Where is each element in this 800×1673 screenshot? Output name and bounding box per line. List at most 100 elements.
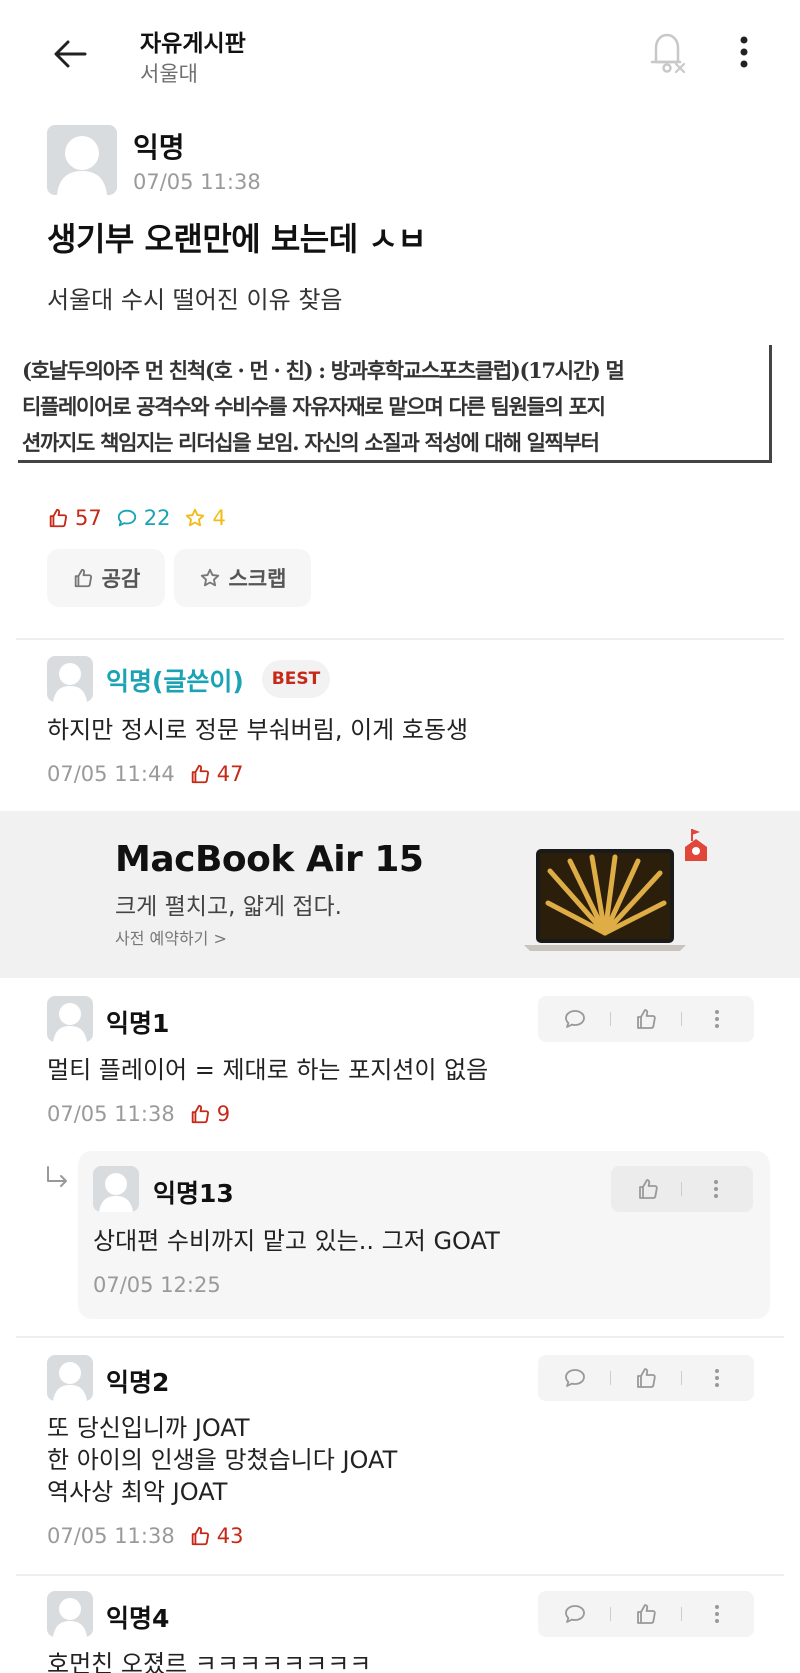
default-profile-icon (53, 663, 87, 702)
comment-avatar (47, 996, 93, 1042)
star-icon (186, 508, 205, 527)
post-title: 생기부 오랜만에 보는데 ㅅㅂ (47, 220, 427, 258)
comment-line: 역사상 최악 JOAT (47, 1478, 228, 1506)
comment-text: 멀티 플레이어 = 제대로 하는 포지션이 없음 (47, 1056, 489, 1084)
default-profile-icon (57, 136, 107, 195)
scrap-count: 4 (184, 506, 226, 530)
scrap-button-label: 스크랩 (228, 567, 287, 591)
comment-like-count: 43 (189, 1524, 244, 1548)
board-school: 서울대 (140, 62, 198, 86)
separator (680, 1012, 682, 1026)
ad-subtitle: 크게 펼치고, 얇게 접다. (115, 894, 342, 920)
comment-author: 익명1 (106, 1009, 170, 1038)
like-count: 57 (47, 506, 102, 530)
default-profile-icon (53, 1362, 87, 1401)
comment-like-button[interactable] (626, 1594, 666, 1634)
comment-author: 익명2 (106, 1368, 170, 1397)
more-vertical-icon (714, 1605, 719, 1623)
comment-actions (538, 996, 754, 1042)
scan-line: (호날두의아주 먼 친척(호 · 먼 · 친) : 방과후학교스포츠클럽)(17… (22, 358, 625, 383)
comment-author: 익명4 (106, 1604, 170, 1633)
top-app-bar: 자유게시판 서울대 (0, 0, 800, 110)
reply-meta: 07/05 12:25 (93, 1273, 221, 1297)
like-button[interactable]: 공감 (47, 549, 165, 607)
comment-avatar (47, 1591, 93, 1637)
back-arrow-icon (54, 40, 87, 68)
comment-like-count: 9 (189, 1102, 230, 1126)
comment-more-button[interactable] (697, 999, 737, 1039)
more-options-button[interactable] (726, 28, 762, 76)
reply-author: 익명13 (153, 1179, 234, 1208)
comment-count: 22 (116, 506, 171, 530)
comment-line: 또 당신입니까 JOAT (47, 1414, 250, 1442)
comment-text: 또 당신입니까 JOAT 한 아이의 인생을 망쳤습니다 JOAT 역사상 최악… (47, 1412, 397, 1508)
reply-text: 상대편 수비까지 맡고 있는.. 그저 GOAT (93, 1227, 500, 1255)
speech-bubble-icon (117, 509, 136, 527)
post-author-avatar (47, 125, 117, 195)
more-vertical-icon (714, 1180, 719, 1198)
thumbs-up-icon (638, 1179, 658, 1199)
laptop-image (524, 849, 686, 951)
comment-timestamp: 07/05 11:38 (47, 1524, 175, 1548)
scan-line: 션까지도 책임지는 리더십을 보임. 자신의 소질과 적성에 대해 일찍부터 (22, 430, 600, 455)
back-button[interactable] (46, 30, 94, 78)
comment-like-button[interactable] (626, 1358, 666, 1398)
notification-toggle-button[interactable] (646, 28, 690, 76)
separator (610, 1607, 612, 1621)
reply-arrow-icon (47, 1166, 67, 1187)
like-count-value: 57 (75, 506, 102, 530)
comment-count-value: 22 (143, 506, 171, 530)
separator (681, 1182, 683, 1196)
comment-like-value: 43 (216, 1524, 244, 1548)
comment-actions (538, 1355, 754, 1401)
reply-timestamp: 07/05 12:25 (93, 1273, 221, 1297)
best-comment-meta: 07/05 11:44 47 (47, 762, 243, 786)
best-comment-text: 하지만 정시로 정문 부숴버림, 이게 호동생 (47, 716, 469, 744)
post-timestamp: 07/05 11:38 (133, 170, 261, 194)
thumbs-up-icon (74, 568, 92, 588)
comment-like-value: 9 (216, 1102, 231, 1126)
reply-like-button[interactable] (628, 1169, 668, 1209)
divider (16, 1574, 784, 1576)
scrap-count-value: 4 (212, 506, 226, 530)
divider (16, 638, 784, 640)
ad-badge-icon (685, 829, 707, 861)
separator (680, 1371, 682, 1385)
scan-line: 티플레이어로 공격수와 수비수를 자유자재로 맡으며 다른 팀원들의 포지 (22, 394, 606, 419)
best-badge: BEST (262, 660, 330, 698)
comment-avatar (47, 656, 93, 702)
ad-banner[interactable]: MacBook Air 15 크게 펼치고, 얇게 접다. 사전 예약하기 > (0, 811, 800, 978)
ad-cta-link[interactable]: 사전 예약하기 > (115, 925, 227, 949)
thumbs-up-icon (49, 508, 68, 528)
reply-button[interactable] (555, 999, 595, 1039)
reply-button[interactable] (555, 1594, 595, 1634)
speech-bubble-icon (565, 1369, 586, 1387)
comment-actions (538, 1591, 754, 1637)
comment-line: 한 아이의 인생을 망쳤습니다 JOAT (47, 1446, 398, 1474)
separator (680, 1607, 682, 1621)
comment-timestamp: 07/05 11:38 (47, 1102, 175, 1126)
post-body: 서울대 수시 떨어진 이유 찾음 (47, 286, 343, 314)
post-attached-image[interactable]: (호날두의아주 먼 친척(호 · 먼 · 친) : 방과후학교스포츠클럽)(17… (18, 345, 772, 463)
comment-more-button[interactable] (697, 1358, 737, 1398)
default-profile-icon (99, 1173, 133, 1212)
like-button-label: 공감 (101, 567, 141, 591)
reply-more-button[interactable] (696, 1169, 736, 1209)
more-vertical-icon (714, 1369, 719, 1387)
comment-like-value: 47 (216, 762, 244, 786)
comment-like-button[interactable] (626, 999, 666, 1039)
separator (610, 1012, 612, 1026)
default-profile-icon (53, 1003, 87, 1042)
separator (610, 1371, 612, 1385)
comment-meta: 07/05 11:38 9 (47, 1102, 230, 1126)
comment-timestamp: 07/05 11:44 (47, 762, 175, 786)
reply-button[interactable] (555, 1358, 595, 1398)
thumbs-up-icon (637, 1368, 656, 1388)
comment-more-button[interactable] (697, 1594, 737, 1634)
reply-avatar (93, 1166, 139, 1212)
divider (16, 1336, 784, 1338)
ad-title: MacBook Air 15 (115, 839, 424, 880)
reply-actions (611, 1166, 753, 1212)
star-icon (200, 568, 219, 587)
scrap-button[interactable]: 스크랩 (174, 549, 311, 607)
